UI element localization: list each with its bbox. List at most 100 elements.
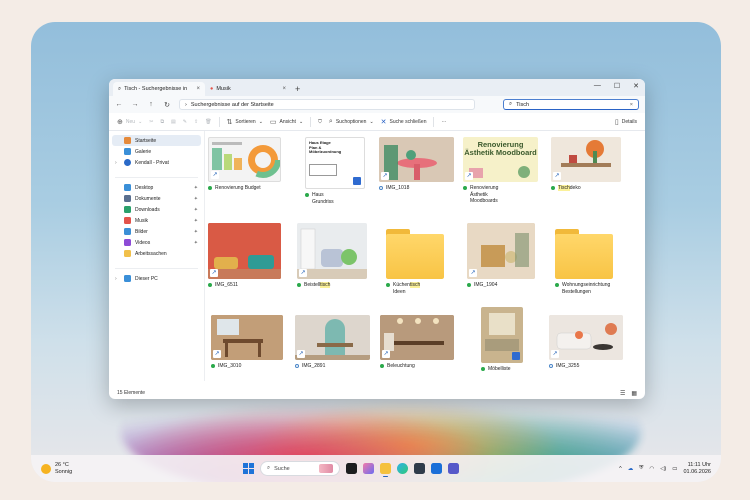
photo-thumbnail: ↗: [208, 223, 281, 279]
store-icon[interactable]: [414, 463, 425, 474]
cut-icon[interactable]: ✂: [149, 119, 153, 125]
file-item-img-1018[interactable]: ↗ IMG_1018: [379, 137, 459, 192]
taskbar-search[interactable]: ⌕ Suche: [260, 461, 340, 476]
file-item-img-3010[interactable]: ↗ IMG_3010: [211, 315, 291, 370]
clear-search-icon[interactable]: ×: [630, 102, 633, 108]
photo-thumbnail: ↗: [379, 137, 454, 182]
file-item-beistelltisch[interactable]: ↗ Beistelltisch: [297, 223, 377, 289]
sidebar-item-gallery[interactable]: Galerie: [109, 146, 204, 157]
edge-icon[interactable]: [397, 463, 408, 474]
tab-search-results[interactable]: ⌕ Tisch - Suchergebnisse in ×: [113, 82, 205, 96]
new-button[interactable]: ⊕ Neu ⌄: [117, 118, 142, 126]
details-view-icon[interactable]: ☰: [620, 390, 625, 397]
share-icon[interactable]: ⇪: [194, 119, 198, 125]
sidebar-item-onedrive[interactable]: › Kendall - Privat: [109, 157, 204, 168]
search-options-button[interactable]: ⌕ Suchoptionen ⌄: [329, 118, 374, 126]
pin-icon: ✦: [193, 239, 198, 246]
file-item-tischdeko[interactable]: ↗ Tischdeko: [551, 137, 631, 192]
new-tab-button[interactable]: +: [295, 84, 300, 94]
sidebar-item-desktop[interactable]: Desktop ✦: [109, 182, 204, 193]
sidebar-item-arbeitssachen[interactable]: Arbeitssachen: [109, 248, 204, 259]
chevron-right-icon[interactable]: ›: [115, 160, 120, 166]
pc-icon: [124, 275, 131, 282]
file-item-renovierung-aesthetik[interactable]: Renovierung Ästhetik Moodboard ↗ Renovie…: [463, 137, 543, 205]
photo-thumbnail: ↗: [467, 223, 535, 279]
cloud-status-icon: [295, 364, 299, 368]
system-tray: ^ ☁ ⛨ ◠ ◁) ▭ 11:11 Uhr 01.06.2026: [619, 462, 711, 475]
forward-button[interactable]: →: [131, 101, 139, 108]
clock[interactable]: 11:11 Uhr 01.06.2026: [683, 462, 711, 475]
close-button[interactable]: ✕: [633, 82, 639, 90]
spreadsheet-thumbnail: ↗: [208, 137, 281, 182]
shortcut-arrow-icon: ↗: [211, 171, 219, 179]
file-explorer-window: ⌕ Tisch - Suchergebnisse in × ● Musik × …: [109, 79, 645, 399]
photo-thumbnail: ↗: [297, 223, 367, 279]
divider: [218, 116, 220, 127]
security-icon[interactable]: ⛨: [639, 465, 643, 472]
word-icon: [512, 352, 520, 360]
weather-widget[interactable]: 26 °C Sonnig: [41, 462, 72, 475]
sidebar-item-downloads[interactable]: Downloads ✦: [109, 204, 204, 215]
shortcut-arrow-icon: ↗: [210, 269, 218, 277]
pin-icon: ✦: [193, 217, 198, 224]
start-button[interactable]: [243, 463, 254, 474]
search-input[interactable]: ⌕ Tisch ×: [503, 99, 639, 110]
close-tab-icon[interactable]: ×: [282, 86, 286, 92]
up-button[interactable]: ↑: [147, 101, 155, 108]
file-item-wohnungseinrichtung[interactable]: Wohnungseinrichtung Bestellungen: [555, 229, 635, 295]
file-item-img-1904[interactable]: ↗ IMG_1904: [467, 223, 547, 289]
more-options-button[interactable]: ···: [441, 119, 446, 125]
moodboard-thumbnail: Renovierung Ästhetik Moodboard ↗: [463, 137, 538, 182]
close-tab-icon[interactable]: ×: [196, 86, 200, 92]
filter-icon[interactable]: ⛉: [318, 119, 322, 125]
minimize-button[interactable]: —: [594, 82, 601, 90]
gallery-icon: [124, 148, 131, 155]
shortcut-arrow-icon: ↗: [299, 269, 307, 277]
onedrive-tray-icon[interactable]: ☁: [628, 466, 634, 472]
maximize-button[interactable]: ☐: [614, 82, 620, 90]
task-view-icon[interactable]: [346, 463, 357, 474]
refresh-button[interactable]: ↻: [163, 101, 171, 109]
address-bar[interactable]: › Suchergebnisse auf der Startseite: [179, 99, 475, 110]
synced-status-icon: [481, 367, 485, 371]
close-search-button[interactable]: ✕ Suche schließen: [381, 118, 427, 126]
details-button[interactable]: ▯ Details: [615, 118, 637, 126]
tiles-view-icon[interactable]: ▦: [631, 390, 637, 397]
battery-icon[interactable]: ▭: [672, 466, 677, 472]
file-item-img-2891[interactable]: ↗ IMG_2891: [295, 315, 375, 370]
synced-status-icon: [208, 186, 212, 190]
copy-icon[interactable]: ⧉: [160, 119, 164, 125]
sidebar-item-this-pc[interactable]: › Dieser PC: [109, 273, 204, 284]
synced-status-icon: [297, 283, 301, 287]
file-item-img-3255[interactable]: ↗ IMG_3255: [549, 315, 629, 370]
delete-icon[interactable]: 🗑: [205, 119, 211, 125]
file-item-kuechentisch-ideen[interactable]: Küchentisch Ideen: [386, 229, 466, 295]
file-item-haus-grundriss[interactable]: Haus Etage Plan & Möbelzuordnung Haus Gru…: [297, 137, 377, 205]
videos-icon: [124, 239, 131, 246]
file-explorer-icon[interactable]: [380, 463, 391, 477]
back-button[interactable]: ←: [115, 101, 123, 108]
sidebar-item-music[interactable]: Musik ✦: [109, 215, 204, 226]
view-button[interactable]: ▭ Ansicht ⌄: [270, 118, 303, 126]
outlook-icon[interactable]: [431, 463, 442, 474]
sidebar-item-pictures[interactable]: Bilder ✦: [109, 226, 204, 237]
sidebar-item-videos[interactable]: Videos ✦: [109, 237, 204, 248]
paste-icon[interactable]: ▤: [171, 119, 176, 125]
file-item-renovierung-budget[interactable]: ↗ Renovierung Budget: [208, 137, 288, 192]
volume-icon[interactable]: ◁): [660, 466, 666, 472]
chevron-up-icon[interactable]: ^: [619, 466, 622, 472]
rename-icon[interactable]: ✎: [183, 119, 187, 125]
file-item-beleuchtung[interactable]: ↗ Beleuchtung: [380, 315, 460, 370]
file-item-img-6511[interactable]: ↗ IMG_6511: [208, 223, 288, 289]
copilot-icon[interactable]: [363, 463, 374, 474]
music-icon: ●: [210, 86, 214, 92]
sidebar-item-home[interactable]: Startseite: [112, 135, 201, 146]
sort-button[interactable]: ⇅ Sortieren ⌄: [227, 118, 263, 126]
tab-music[interactable]: ● Musik ×: [205, 82, 291, 96]
sidebar-item-documents[interactable]: Dokumente ✦: [109, 193, 204, 204]
details-pane-icon: ▯: [614, 118, 619, 126]
divider: [310, 116, 312, 127]
wifi-icon[interactable]: ◠: [649, 466, 654, 472]
chevron-right-icon[interactable]: ›: [115, 276, 120, 282]
teams-icon[interactable]: [448, 463, 459, 474]
